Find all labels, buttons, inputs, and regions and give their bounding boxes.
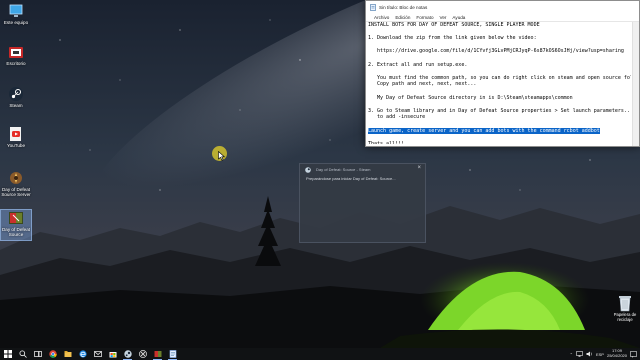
desktop-icon-label: Day of Defeat Source Server — [1, 187, 31, 198]
clock-date: 25/04/2020 — [606, 353, 627, 358]
language-indicator[interactable]: ESP — [596, 352, 604, 357]
notepad-line — [368, 29, 631, 36]
network-icon[interactable] — [576, 351, 583, 357]
selected-text: Launch game, create server and you can a… — [368, 127, 600, 134]
desktop-icon-escritorio[interactable]: Escritorio — [1, 44, 31, 66]
notepad-line: 3. Go to Steam library and in Day of Def… — [368, 107, 631, 114]
desktop-icon-label: YouTube — [6, 143, 26, 148]
desktop-icon-steam[interactable]: Steam — [1, 86, 31, 108]
menu-edicion[interactable]: Edición — [395, 15, 410, 20]
close-icon[interactable]: × — [417, 165, 421, 171]
notepad-line: My Day of Defeat Source directory in is … — [368, 94, 573, 101]
notepad-line — [368, 68, 631, 75]
notepad-line: You must find the common path, so you ca… — [368, 74, 631, 81]
taskbar-store[interactable] — [105, 348, 120, 360]
desktop-icon-label: Steam — [9, 103, 23, 108]
taskbar-dod[interactable] — [150, 348, 165, 360]
notepad-line: Launch game, create server and you can a… — [368, 127, 631, 135]
notepad-line — [368, 134, 631, 141]
menu-formato[interactable]: Formato — [416, 15, 433, 20]
dod-icon — [154, 351, 161, 357]
steam-launch-dialog[interactable]: Day of Defeat: Source - Steam × Preparán… — [299, 163, 426, 243]
taskbar-clock[interactable]: 17:09 25/04/2020 — [607, 349, 627, 358]
notepad-menubar: Archivo Edición Formato Ver Ayuda — [366, 13, 639, 22]
notepad-line: 2. Extract all and run setup.exe. — [368, 61, 468, 68]
notepad-line — [368, 42, 631, 49]
taskbar-search-button[interactable] — [15, 348, 30, 360]
notepad-icon — [370, 3, 376, 11]
notepad-line: INSTALL BOTS FOR DAY OF DEFEAT SOURCE, S… — [368, 22, 540, 28]
notepad-line: to add -insecure — [368, 114, 426, 121]
notepad-titlebar[interactable]: Sin título: Bloc de notas — [366, 1, 639, 13]
notifications-icon[interactable] — [630, 350, 637, 358]
desktop-icon-label: Escritorio — [6, 61, 26, 66]
windows-start-icon — [3, 350, 12, 358]
task-view-icon — [33, 351, 42, 357]
taskbar-mail[interactable] — [90, 348, 105, 360]
desktop-icon-label: Este equipo — [3, 20, 29, 25]
taskbar-steam[interactable] — [120, 348, 135, 360]
desktop-icon-dod-server[interactable]: Day of Defeat Source Server — [1, 170, 31, 198]
steam-dialog-message: Preparándose para iniciar Day of Defeat:… — [306, 176, 396, 181]
desktop-icon-youtube[interactable]: YouTube — [1, 126, 31, 148]
taskbar: ⌃ ESP 17:09 25/04/2020 — [0, 348, 640, 360]
store-icon — [109, 352, 116, 358]
steam-icon — [8, 86, 24, 102]
mouse-cursor-icon — [218, 151, 225, 161]
taskbar-file-explorer[interactable] — [60, 348, 75, 360]
desktop-icon-dod[interactable]: Day of Defeat Source — [0, 209, 32, 241]
notepad-title: Sin título: Bloc de notas — [379, 4, 428, 10]
menu-ayuda[interactable]: Ayuda — [452, 15, 465, 20]
notepad-icon — [169, 350, 176, 358]
folder-icon — [8, 44, 24, 60]
system-tray: ⌃ ESP 17:09 25/04/2020 — [570, 348, 640, 360]
task-view-button[interactable] — [30, 348, 45, 360]
notepad-scrollbar[interactable] — [632, 22, 639, 146]
notepad-line — [368, 55, 631, 62]
recycle-bin-icon — [617, 294, 633, 312]
desktop-icon-recycle-bin[interactable]: Papelera de reciclaje — [610, 294, 640, 322]
youtube-icon — [8, 126, 24, 142]
dod-server-icon — [8, 170, 24, 186]
taskbar-notepad[interactable] — [165, 348, 180, 360]
steam-icon — [305, 167, 311, 173]
computer-icon — [8, 3, 24, 19]
taskbar-chrome[interactable] — [45, 348, 60, 360]
desktop-icon-label: Day of Defeat Source — [1, 227, 31, 238]
edge-icon — [78, 350, 87, 358]
dod-icon — [8, 210, 24, 226]
notepad-line: Copy path and next, next, next... — [368, 81, 477, 88]
notepad-line: Thats all!!! — [368, 140, 405, 144]
xbox-icon — [138, 350, 147, 358]
taskbar-edge[interactable] — [75, 348, 90, 360]
notepad-line — [368, 101, 631, 108]
notepad-line: https://drive.google.com/file/d/1CYvfj3G… — [368, 48, 624, 55]
menu-ver[interactable]: Ver — [440, 15, 447, 20]
start-button[interactable] — [0, 348, 15, 360]
volume-icon[interactable] — [586, 351, 593, 357]
chrome-icon — [48, 350, 57, 358]
notepad-line: 1. Download the zip from the link given … — [368, 35, 537, 42]
steam-icon — [123, 350, 132, 358]
search-icon — [18, 350, 27, 358]
notepad-line — [368, 121, 631, 128]
show-hidden-icons-icon[interactable]: ⌃ — [570, 352, 573, 357]
menu-archivo[interactable]: Archivo — [374, 15, 389, 20]
steam-dialog-title: Day of Defeat: Source - Steam — [316, 167, 371, 172]
recycle-bin-label: Papelera de reciclaje — [613, 312, 637, 322]
desktop-icon-este-equipo[interactable]: Este equipo — [1, 3, 31, 25]
notepad-window[interactable]: Sin título: Bloc de notas Archivo Edició… — [365, 0, 640, 147]
notepad-text-area[interactable]: INSTALL BOTS FOR DAY OF DEFEAT SOURCE, S… — [368, 22, 631, 144]
taskbar-xbox[interactable] — [135, 348, 150, 360]
notepad-line — [368, 88, 631, 95]
explorer-icon — [64, 351, 71, 357]
mail-icon — [93, 351, 102, 357]
